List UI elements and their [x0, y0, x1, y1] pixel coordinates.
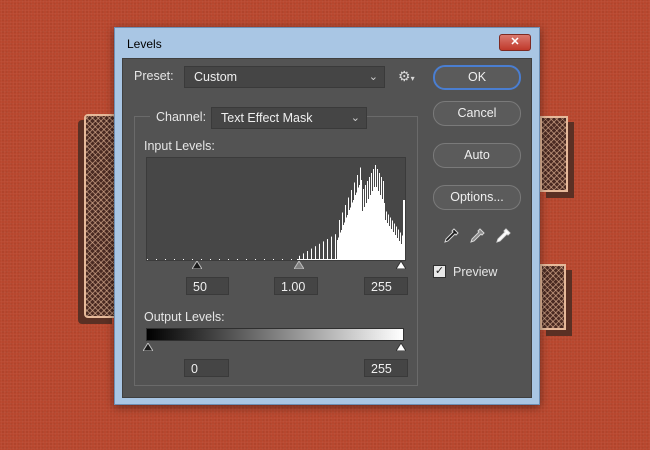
gray-eyedropper-icon[interactable] — [469, 228, 485, 244]
background-ornament-right-top — [540, 116, 568, 192]
preview-checkbox[interactable]: ✓ — [433, 265, 446, 278]
background-ornament-right-bottom — [540, 264, 566, 330]
input-levels-label: Input Levels: — [144, 139, 215, 153]
background-ornament-left — [84, 114, 118, 318]
window-title: Levels — [127, 37, 162, 51]
channel-label: Channel: — [150, 110, 213, 124]
channel-value: Text Effect Mask — [221, 111, 313, 125]
output-highlight-field[interactable]: 255 — [364, 359, 408, 377]
preview-label: Preview — [453, 265, 498, 279]
input-highlight-slider[interactable] — [396, 261, 406, 269]
output-gradient-bar — [146, 328, 404, 341]
preset-label: Preset: — [134, 69, 174, 83]
gear-icon[interactable]: ⚙▾ — [398, 68, 415, 85]
output-levels-label: Output Levels: — [144, 310, 225, 324]
options-button[interactable]: Options... — [433, 185, 521, 210]
title-bar[interactable]: Levels ✕ — [115, 28, 539, 56]
preset-value: Custom — [194, 70, 238, 84]
black-eyedropper-icon[interactable] — [443, 228, 459, 244]
histogram-plot — [147, 165, 405, 260]
histogram — [146, 157, 406, 261]
output-shadow-field[interactable]: 0 — [184, 359, 229, 377]
close-button[interactable]: ✕ — [499, 34, 531, 51]
chevron-down-icon: ⌄ — [368, 71, 378, 83]
auto-button[interactable]: Auto — [433, 143, 521, 168]
input-shadow-slider[interactable] — [192, 261, 202, 269]
chevron-down-icon: ⌄ — [350, 112, 360, 124]
cancel-button[interactable]: Cancel — [433, 101, 521, 126]
ok-button[interactable]: OK — [433, 65, 521, 90]
input-midtone-field[interactable]: 1.00 — [274, 277, 318, 295]
input-highlight-field[interactable]: 255 — [364, 277, 408, 295]
output-highlight-slider[interactable] — [396, 343, 406, 351]
input-shadow-field[interactable]: 50 — [186, 277, 229, 295]
input-midtone-slider[interactable] — [294, 261, 304, 269]
white-eyedropper-icon[interactable] — [495, 228, 511, 244]
channel-dropdown[interactable]: Text Effect Mask ⌄ — [211, 107, 367, 129]
output-shadow-slider[interactable] — [143, 343, 153, 351]
preset-dropdown[interactable]: Custom ⌄ — [184, 66, 385, 88]
